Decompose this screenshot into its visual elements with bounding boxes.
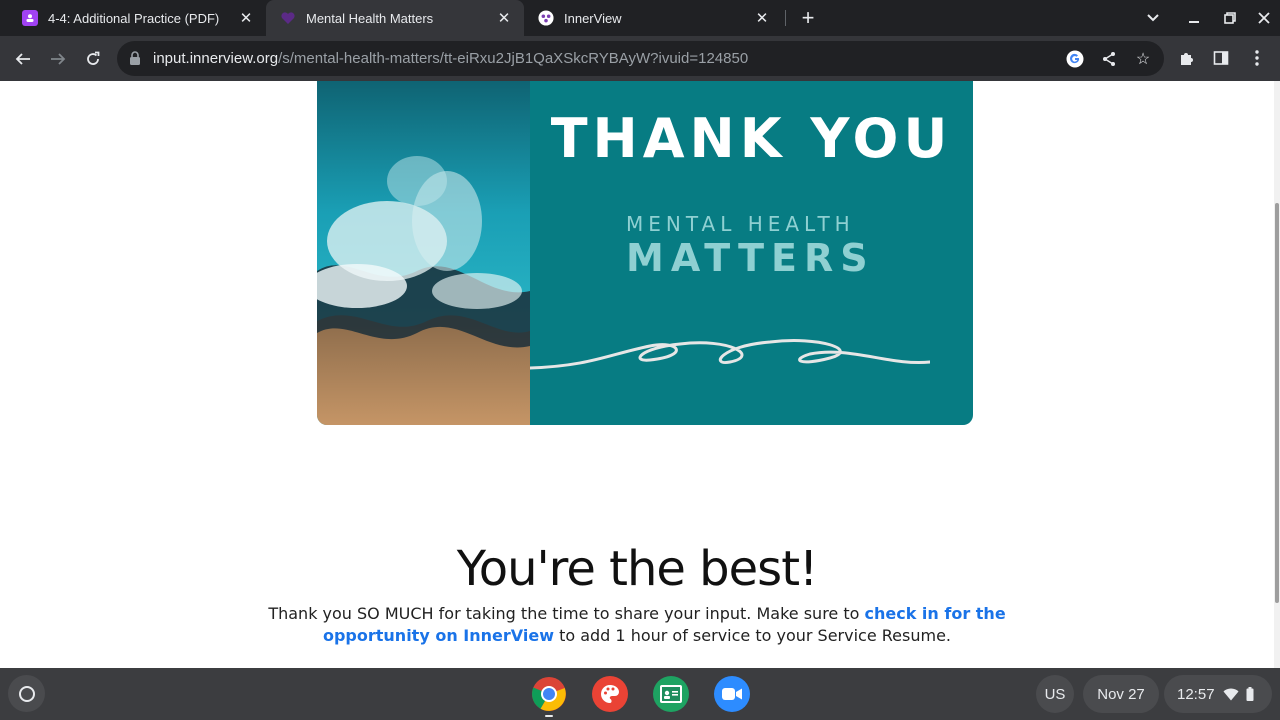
message-text: Thank you SO MUCH for taking the time to…	[268, 604, 865, 623]
reload-button[interactable]	[80, 46, 106, 72]
share-icon[interactable]	[1099, 49, 1119, 69]
bookmark-star-icon[interactable]: ☆	[1133, 49, 1153, 69]
tab-strip: 4-4: Additional Practice (PDF) ✕ Mental …	[0, 0, 1280, 36]
classroom-assignment-icon	[22, 10, 38, 26]
message-text-end: to add 1 hour of service to your Service…	[553, 626, 951, 645]
url-host: input.innerview.org	[153, 50, 279, 67]
lock-icon[interactable]	[129, 51, 141, 65]
close-window-icon[interactable]	[1252, 6, 1276, 30]
kebab-menu-icon[interactable]	[1246, 47, 1268, 69]
tab-search-chevron-icon[interactable]	[1141, 6, 1165, 30]
battery-icon	[1246, 687, 1254, 701]
new-tab-button[interactable]: +	[796, 5, 820, 30]
heart-icon	[280, 10, 296, 26]
chrome-app-icon[interactable]	[531, 676, 567, 712]
side-panel-icon[interactable]	[1210, 47, 1232, 69]
scrollbar-thumb[interactable]	[1275, 203, 1279, 603]
ocean-beach-image	[317, 81, 530, 425]
forward-button[interactable]	[45, 46, 71, 72]
minimize-icon[interactable]	[1182, 6, 1206, 30]
status-tray[interactable]: 12:57	[1164, 675, 1272, 713]
chromeos-shelf: US Nov 27 12:57	[0, 668, 1280, 720]
tab-separator	[785, 10, 786, 26]
close-tab-icon[interactable]: ✕	[752, 8, 772, 28]
close-tab-icon[interactable]: ✕	[236, 8, 256, 28]
tab-additional-practice[interactable]: 4-4: Additional Practice (PDF) ✕	[8, 0, 266, 36]
url-text[interactable]: input.innerview.org/s/mental-health-matt…	[153, 50, 748, 67]
page-scrollbar[interactable]	[1274, 81, 1280, 668]
running-app-indicator	[545, 715, 553, 717]
canvas-palette-app-icon[interactable]	[592, 676, 628, 712]
page-heading: You're the best!	[456, 541, 819, 597]
tab-innerview[interactable]: InnerView ✕	[524, 0, 782, 36]
wifi-icon	[1223, 688, 1239, 700]
browser-toolbar: input.innerview.org/s/mental-health-matt…	[0, 36, 1280, 81]
extensions-puzzle-icon[interactable]	[1176, 47, 1198, 69]
tab-mental-health-matters[interactable]: Mental Health Matters ✕	[266, 0, 524, 36]
zoom-app-icon[interactable]	[714, 676, 750, 712]
date-tray[interactable]: Nov 27	[1083, 675, 1159, 713]
banner-title: THANK YOU	[550, 107, 953, 170]
tab-title: InnerView	[564, 10, 622, 26]
restore-icon[interactable]	[1218, 6, 1242, 30]
address-bar[interactable]: input.innerview.org/s/mental-health-matt…	[117, 41, 1164, 76]
clock-time: 12:57	[1177, 685, 1215, 703]
classroom-app-icon[interactable]	[653, 676, 689, 712]
thank-you-message: Thank you SO MUCH for taking the time to…	[220, 603, 1054, 647]
banner-subtitle-line1: MENTAL HEALTH	[626, 212, 855, 236]
google-lens-icon[interactable]	[1065, 49, 1085, 69]
thank-you-banner: THANK YOU MENTAL HEALTH MATTERS	[317, 81, 973, 425]
launcher-button[interactable]	[8, 675, 45, 712]
launcher-circle-icon	[18, 685, 35, 702]
tab-title: 4-4: Additional Practice (PDF)	[48, 10, 220, 26]
input-method-indicator[interactable]: US	[1036, 675, 1074, 713]
url-path: /s/mental-health-matters/tt-eiRxu2JjB1Qa…	[278, 50, 749, 67]
back-button[interactable]	[10, 46, 36, 72]
wave-line-icon	[530, 339, 930, 370]
tab-title: Mental Health Matters	[306, 10, 434, 26]
close-tab-icon[interactable]: ✕	[494, 8, 514, 28]
innerview-logo-icon	[538, 10, 554, 26]
web-page-content: THANK YOU MENTAL HEALTH MATTERS You're t…	[0, 81, 1280, 668]
banner-subtitle-line2: MATTERS	[626, 236, 875, 280]
